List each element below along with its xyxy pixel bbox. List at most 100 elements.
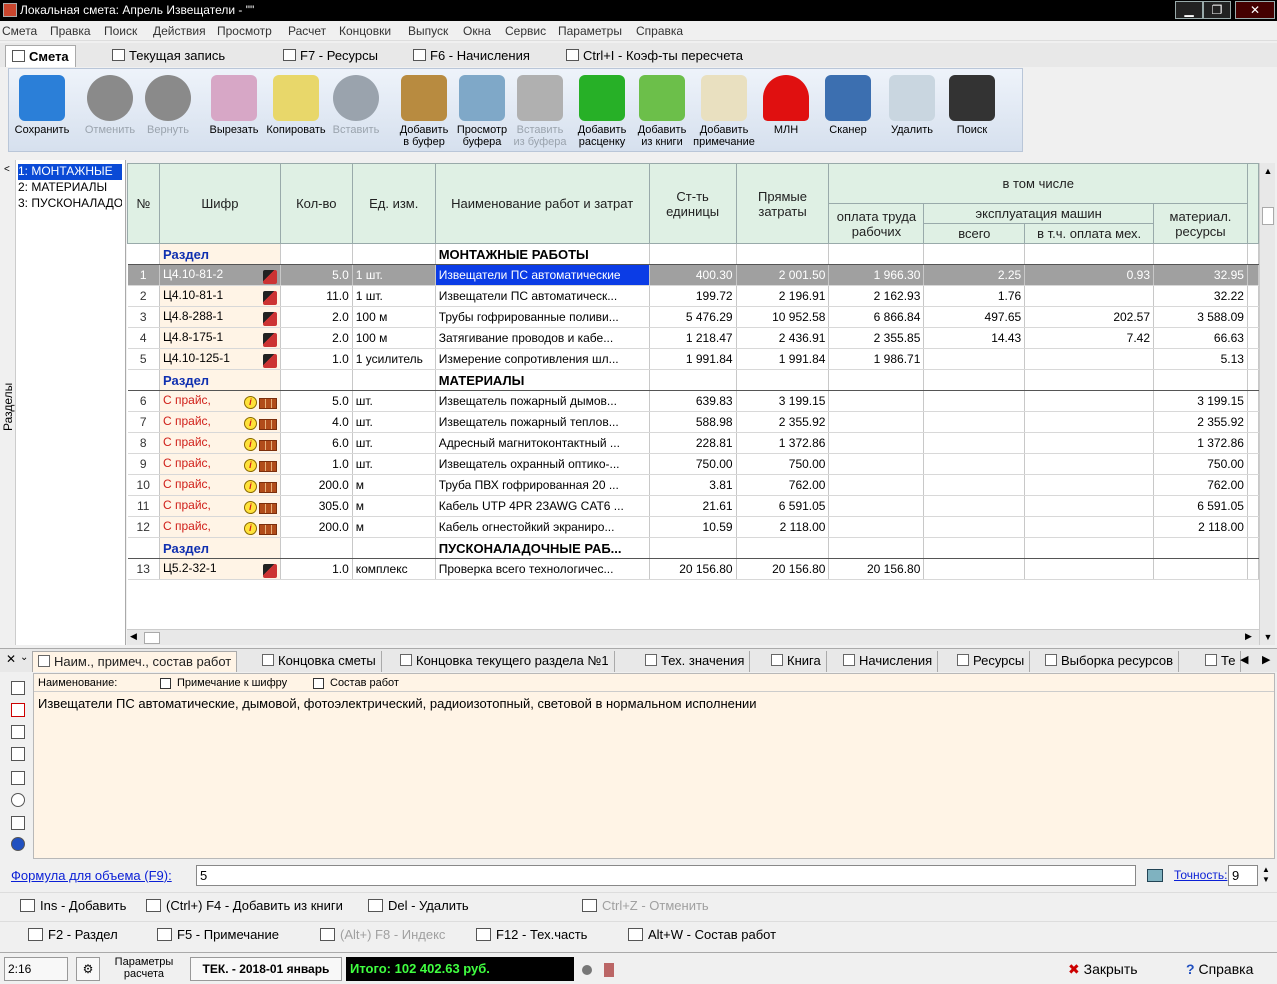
calculator-icon[interactable] <box>1147 869 1163 882</box>
menu-item[interactable]: Правка <box>50 24 91 38</box>
bottom-tab[interactable]: Наим., примеч., состав работ <box>32 651 238 672</box>
vertical-scrollbar[interactable]: ▲ ▼ <box>1259 163 1275 645</box>
bottom-tab[interactable]: Выборка ресурсов <box>1040 651 1180 672</box>
menu-item[interactable]: Справка <box>636 24 683 38</box>
toolbar-button[interactable]: Вставить из буфера <box>507 71 573 151</box>
scroll-right-icon[interactable]: ▶ <box>1245 631 1252 642</box>
action-button[interactable]: F2 - Раздел <box>28 927 118 942</box>
vertical-scroll-thumb[interactable] <box>1262 207 1274 225</box>
action-button[interactable]: F12 - Тех.часть <box>476 927 587 942</box>
menu-item[interactable]: Концовки <box>339 24 391 38</box>
close-button[interactable]: ✖ Закрыть <box>1068 961 1138 978</box>
section-item[interactable]: 1: МОНТАЖНЫЕ <box>18 164 122 180</box>
section-item[interactable]: 2: МАТЕРИАЛЫ <box>18 180 122 196</box>
bottom-tab[interactable]: Те <box>1200 651 1242 672</box>
calculator-icon[interactable] <box>11 771 25 785</box>
menu-item[interactable]: Расчет <box>288 24 326 38</box>
table-row[interactable]: 9С прайс, i 1.0 шт. Извещатель охранный опти… <box>127 453 1259 475</box>
note-to-code-checkbox[interactable] <box>160 678 171 689</box>
scroll-up-icon[interactable]: ▲ <box>1260 163 1276 179</box>
toolbar-button[interactable]: Вырезать <box>201 71 267 151</box>
toolbar-button[interactable]: Добавить из книги <box>629 71 695 151</box>
section-row[interactable]: Раздел ПУСКОНАЛАДОЧНЫЕ РАБ... <box>127 537 1259 559</box>
formula-input[interactable]: 5 <box>196 865 1136 886</box>
calc-params-button[interactable]: Параметры расчета <box>104 956 184 980</box>
table-row[interactable]: 5 Ц4.10-125-1 1.0 1 усилитель Измерение сопр… <box>127 348 1259 370</box>
resource-selection-icon[interactable] <box>11 816 25 830</box>
table-row[interactable]: 3 Ц4.8-288-1 2.0 100 м Трубы гофрированные п… <box>127 306 1259 328</box>
close-window-button[interactable]: ✕ <box>1235 1 1275 19</box>
table-row[interactable]: 13 Ц5.2-32-1 1.0 комплекс Проверка всего тех… <box>127 558 1259 580</box>
section-row[interactable]: Раздел МОНТАЖНЫЕ РАБОТЫ <box>127 243 1259 265</box>
col-header-num[interactable]: № <box>127 163 160 244</box>
col-header-materials[interactable]: материал. ресурсы <box>1153 203 1248 244</box>
name-text-area[interactable]: Извещатели ПС автоматические, дымовой, ф… <box>34 692 1274 715</box>
menu-item[interactable]: Просмотр <box>217 24 272 38</box>
col-header-labor[interactable]: оплата труда рабочих <box>828 203 925 244</box>
col-header-mach-total[interactable]: всего <box>923 223 1026 244</box>
toolbar-button[interactable]: Поиск <box>939 71 1005 151</box>
horizontal-scrollbar[interactable]: ◀ ▶ <box>127 629 1259 645</box>
tabs-scroll-right-icon[interactable]: ▶ <box>1262 653 1270 666</box>
menu-item[interactable]: Параметры <box>558 24 622 38</box>
table-row[interactable]: 11 С прайс, i 305.0 м Кабель UTP 4PR 23AWG CA… <box>127 495 1259 517</box>
menu-item[interactable]: Окна <box>463 24 491 38</box>
toolbar-button[interactable]: Вернуть <box>135 71 201 151</box>
col-header-name[interactable]: Наименование работ и затрат <box>434 163 650 244</box>
toolbar-button[interactable]: Сканер <box>815 71 881 151</box>
top-tab[interactable]: F7 - Ресурсы <box>277 45 384 67</box>
table-row[interactable]: 6С прайс, i 5.0 шт. Извещатель пожарный дымо… <box>127 390 1259 412</box>
section-row[interactable]: Раздел МАТЕРИАЛЫ <box>127 369 1259 391</box>
tabs-scroll-left-icon[interactable]: ◀ <box>1240 653 1248 666</box>
menu-item[interactable]: Сервис <box>505 24 546 38</box>
precision-label[interactable]: Точность: <box>1174 868 1227 882</box>
book-icon[interactable] <box>11 747 25 761</box>
info-icon[interactable] <box>11 837 25 851</box>
collapse-arrow-icon[interactable]: < <box>4 164 10 175</box>
toolbar-button[interactable]: Добавить расценку <box>569 71 635 151</box>
table-row[interactable]: 7С прайс, i 4.0 шт. Извещатель пожарный тепл… <box>127 411 1259 433</box>
top-tab[interactable]: F6 - Начисления <box>407 45 536 67</box>
bottom-tab[interactable]: Ресурсы <box>952 651 1031 672</box>
gear-icon[interactable]: ⚙ <box>76 957 100 981</box>
bottom-tab[interactable]: Концовка сметы <box>257 651 382 672</box>
scroll-left-icon[interactable]: ◀ <box>130 631 137 642</box>
scroll-down-icon[interactable]: ▼ <box>1260 629 1276 645</box>
action-button[interactable]: Alt+W - Состав работ <box>628 927 776 942</box>
action-button[interactable]: (Alt+) F8 - Индекс <box>320 927 445 942</box>
ending-arrow-icon[interactable] <box>11 703 25 717</box>
toolbar-button[interactable]: Вставить <box>323 71 389 151</box>
col-header-unit[interactable]: Ед. изм. <box>351 163 436 244</box>
maximize-button[interactable]: ❐ <box>1203 1 1231 19</box>
col-header-mach-labor[interactable]: в т.ч. оплата мех. <box>1024 223 1155 244</box>
work-composition-checkbox[interactable] <box>313 678 324 689</box>
precision-input[interactable]: 9 <box>1228 865 1258 886</box>
close-panel-icon[interactable]: ✕ <box>6 652 16 666</box>
action-button[interactable]: Del - Удалить <box>368 898 469 913</box>
toolbar-button[interactable]: Добавить в буфер <box>391 71 457 151</box>
toolbar-button[interactable]: Отменить <box>77 71 143 151</box>
toolbar-button[interactable]: МЛН <box>753 71 819 151</box>
bottom-tab[interactable]: Книга <box>766 651 827 672</box>
table-row[interactable]: 4 Ц4.8-175-1 2.0 100 м Затягивание проводов … <box>127 327 1259 349</box>
action-button[interactable]: Ctrl+Z - Отменить <box>582 898 709 913</box>
formula-label[interactable]: Формула для объема (F9): <box>11 868 172 883</box>
toolbar-button[interactable]: Сохранить <box>9 71 75 151</box>
bottom-tab[interactable]: Тех. значения <box>640 651 751 672</box>
table-row[interactable]: 10 С прайс, i 200.0 м Труба ПВХ гофрированная… <box>127 474 1259 496</box>
bottom-tab[interactable]: Концовка текущего раздела №1 <box>395 651 615 672</box>
resources-icon[interactable] <box>11 793 25 807</box>
top-tab[interactable]: Смета <box>5 45 76 67</box>
col-header-unit-cost[interactable]: Ст-ть единицы <box>648 163 737 244</box>
dropdown-chevron-icon[interactable]: ⌄ <box>20 652 28 663</box>
top-tab[interactable]: Текущая запись <box>106 45 231 67</box>
col-header-code[interactable]: Шифр <box>158 163 281 244</box>
table-row[interactable]: 8С прайс, i 6.0 шт. Адресный магнитоконтактн… <box>127 432 1259 454</box>
minimize-button[interactable]: ▁ <box>1175 1 1203 19</box>
action-button[interactable]: F5 - Примечание <box>157 927 279 942</box>
section-item[interactable]: 3: ПУСКОНАЛАДОЧНЫЕ <box>18 196 122 212</box>
action-button[interactable]: (Ctrl+) F4 - Добавить из книги <box>146 898 343 913</box>
toolbar-button[interactable]: Просмотр буфера <box>449 71 515 151</box>
menu-item[interactable]: Поиск <box>104 24 137 38</box>
precision-spinner-icon[interactable]: ▲ ▼ <box>1262 865 1270 885</box>
